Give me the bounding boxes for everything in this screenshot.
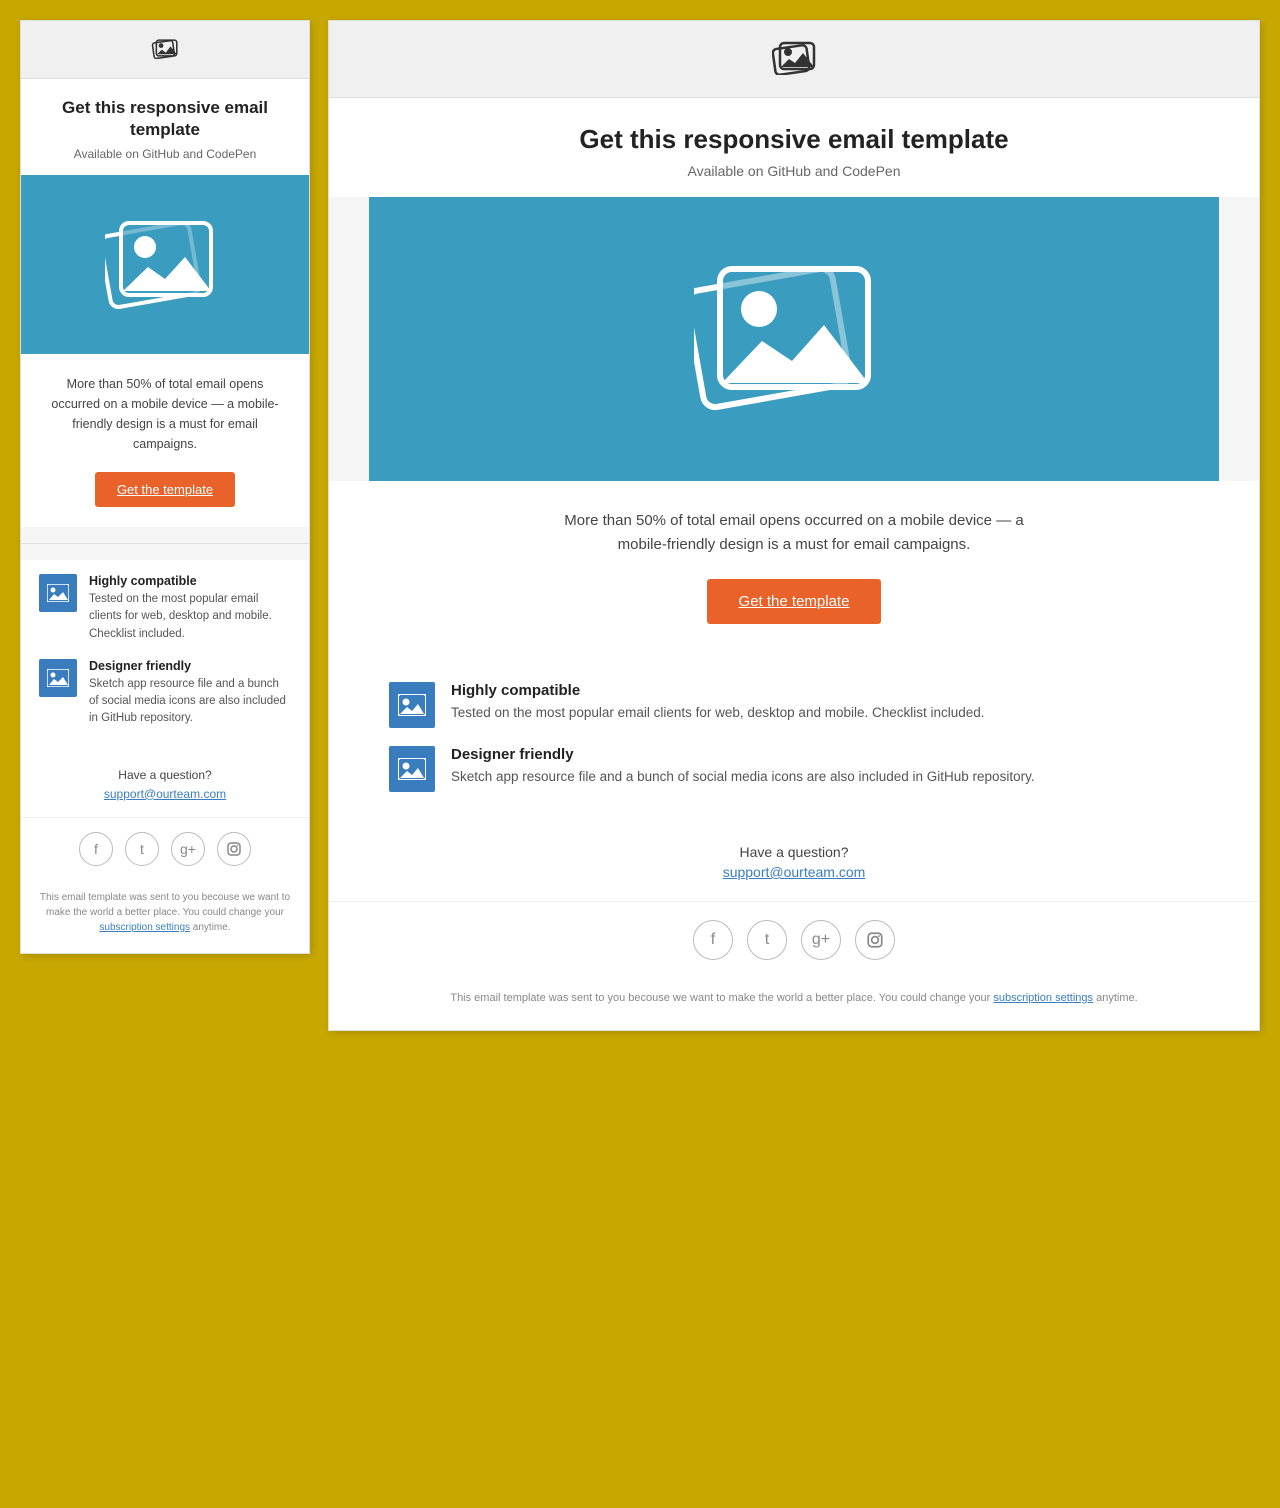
left-divider xyxy=(21,543,309,544)
left-top-icon-bar xyxy=(21,21,309,79)
right-contact-question: Have a question? xyxy=(369,844,1219,860)
left-footer-link[interactable]: subscription settings xyxy=(99,922,190,933)
left-title: Get this responsive email template xyxy=(41,97,289,141)
right-footer: This email template was sent to you beco… xyxy=(329,978,1259,1030)
left-contact-email[interactable]: support@ourteam.com xyxy=(104,787,226,801)
left-feature-icon-2 xyxy=(39,659,77,697)
left-cta-button[interactable]: Get the template xyxy=(95,472,235,507)
right-feature-item-1: Highly compatible Tested on the most pop… xyxy=(389,682,1199,728)
right-top-image-icon xyxy=(772,62,816,79)
left-social-googleplus[interactable]: g+ xyxy=(171,832,205,866)
right-feature-title-2: Designer friendly xyxy=(451,746,1035,763)
right-top-icon-bar xyxy=(329,21,1259,98)
left-feature-icon-1 xyxy=(39,574,77,612)
right-card: Get this responsive email template Avail… xyxy=(328,20,1260,1031)
right-feature-text-1: Highly compatible Tested on the most pop… xyxy=(451,682,985,723)
right-social-twitter[interactable]: t xyxy=(747,920,787,960)
left-feature-desc-2: Sketch app resource file and a bunch of … xyxy=(89,676,291,728)
left-contact: Have a question? support@ourteam.com xyxy=(21,758,309,817)
right-header: Get this responsive email template Avail… xyxy=(329,98,1259,197)
left-subtitle: Available on GitHub and CodePen xyxy=(41,147,289,161)
left-body: More than 50% of total email opens occur… xyxy=(21,354,309,527)
left-feature-text-2: Designer friendly Sketch app resource fi… xyxy=(89,659,291,728)
right-body-text: More than 50% of total email opens occur… xyxy=(554,509,1034,557)
left-header: Get this responsive email template Avail… xyxy=(21,79,309,175)
left-feature-list: Highly compatible Tested on the most pop… xyxy=(21,560,309,758)
right-feature-desc-1: Tested on the most popular email clients… xyxy=(451,703,985,723)
left-feature-item-1: Highly compatible Tested on the most pop… xyxy=(39,574,291,643)
right-feature-icon-1 xyxy=(389,682,435,728)
right-contact-email[interactable]: support@ourteam.com xyxy=(723,864,866,880)
left-feature-desc-1: Tested on the most popular email clients… xyxy=(89,591,291,643)
left-footer: This email template was sent to you beco… xyxy=(21,880,309,953)
right-social-googleplus[interactable]: g+ xyxy=(801,920,841,960)
left-social-facebook[interactable]: f xyxy=(79,832,113,866)
right-feature-text-2: Designer friendly Sketch app resource fi… xyxy=(451,746,1035,787)
left-card: Get this responsive email template Avail… xyxy=(20,20,310,954)
right-footer-suffix: anytime. xyxy=(1096,992,1138,1004)
left-feature-text-1: Highly compatible Tested on the most pop… xyxy=(89,574,291,643)
left-feature-title-2: Designer friendly xyxy=(89,659,291,673)
right-hero-banner xyxy=(369,197,1219,481)
left-feature-item-2: Designer friendly Sketch app resource fi… xyxy=(39,659,291,728)
left-social-twitter[interactable]: t xyxy=(125,832,159,866)
left-footer-suffix: anytime. xyxy=(193,922,231,933)
left-footer-text: This email template was sent to you beco… xyxy=(40,892,290,918)
right-contact: Have a question? support@ourteam.com xyxy=(329,830,1259,901)
left-social-instagram[interactable] xyxy=(217,832,251,866)
right-title: Get this responsive email template xyxy=(369,124,1219,155)
right-social-facebook[interactable]: f xyxy=(693,920,733,960)
right-feature-desc-2: Sketch app resource file and a bunch of … xyxy=(451,767,1035,787)
right-cta-button[interactable]: Get the template xyxy=(707,579,882,624)
right-feature-item-2: Designer friendly Sketch app resource fi… xyxy=(389,746,1199,792)
right-hero-image-icon xyxy=(694,257,894,421)
left-hero-banner xyxy=(21,175,309,354)
left-hero-image-icon xyxy=(105,215,225,314)
left-social-bar: f t g+ xyxy=(21,817,309,880)
right-footer-text: This email template was sent to you beco… xyxy=(450,992,990,1004)
right-social-bar: f t g+ xyxy=(329,901,1259,978)
left-feature-title-1: Highly compatible xyxy=(89,574,291,588)
right-social-instagram[interactable] xyxy=(855,920,895,960)
right-feature-icon-2 xyxy=(389,746,435,792)
left-body-text: More than 50% of total email opens occur… xyxy=(41,374,289,454)
right-feature-list: Highly compatible Tested on the most pop… xyxy=(329,662,1259,830)
page-wrapper: Get this responsive email template Avail… xyxy=(20,20,1260,1031)
right-body: More than 50% of total email opens occur… xyxy=(329,481,1259,662)
left-contact-question: Have a question? xyxy=(41,768,289,782)
right-feature-title-1: Highly compatible xyxy=(451,682,985,699)
right-footer-link[interactable]: subscription settings xyxy=(993,992,1093,1004)
right-subtitle: Available on GitHub and CodePen xyxy=(369,163,1219,179)
left-top-image-icon xyxy=(151,47,179,62)
